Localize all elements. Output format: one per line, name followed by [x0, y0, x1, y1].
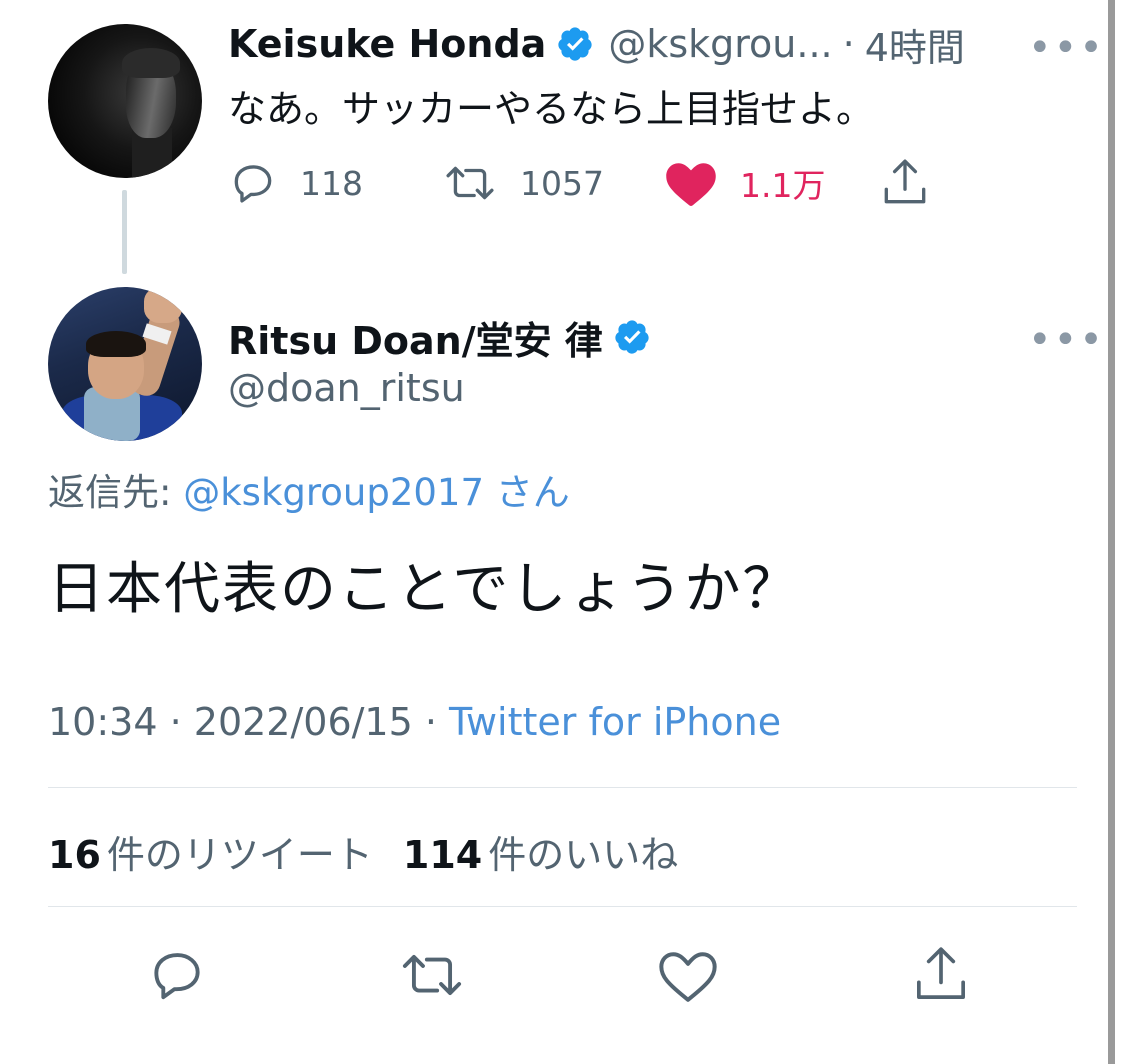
tweet-time: 10:34 — [48, 700, 158, 744]
tweet-source-link[interactable]: Twitter for iPhone — [449, 700, 781, 744]
replying-to-line: 返信先: @kskgroup2017 さん — [48, 462, 570, 516]
avatar-keisuke-honda[interactable] — [48, 24, 202, 178]
main-tweet-header: Ritsu Doan/堂安 律 — [228, 310, 651, 364]
divider — [48, 787, 1077, 788]
share-icon — [880, 156, 930, 210]
parent-time-separator: · — [842, 22, 855, 66]
avatar-figure-hand — [144, 287, 182, 323]
meta-separator: · — [412, 700, 450, 744]
avatar-figure-hair — [122, 48, 180, 78]
parent-retweet-button[interactable]: 1057 — [442, 156, 604, 210]
avatar-ritsu-doan[interactable] — [48, 287, 202, 441]
main-share-button[interactable] — [910, 940, 972, 1010]
retweet-icon — [396, 944, 468, 1006]
parent-like-button[interactable]: 1.1万 — [664, 156, 825, 210]
parent-reply-button[interactable]: 118 — [228, 156, 363, 210]
main-like-button[interactable] — [656, 940, 720, 1010]
main-retweet-button[interactable] — [396, 940, 468, 1010]
parent-like-count: 1.1万 — [740, 166, 826, 205]
parent-tweet-actions: 118 1057 1.1万 — [228, 156, 948, 210]
parent-reply-count: 118 — [300, 163, 363, 203]
scrollbar[interactable] — [1108, 0, 1115, 1064]
reply-mention-handle[interactable]: @kskgroup2017 — [183, 471, 484, 514]
main-tweet-actions — [0, 940, 1100, 1010]
reply-icon — [146, 944, 208, 1006]
verified-badge-icon — [556, 25, 594, 63]
main-handle[interactable]: @doan_ritsu — [228, 366, 465, 410]
replying-to-label: 返信先: — [48, 471, 184, 514]
likes-stat[interactable]: 114 件のいいね — [403, 824, 678, 879]
thread-connector-line — [122, 190, 127, 274]
parent-display-name[interactable]: Keisuke Honda — [228, 22, 546, 66]
main-display-name[interactable]: Ritsu Doan/堂安 律 — [228, 310, 603, 365]
reply-mention-link[interactable]: @kskgroup2017 さん — [183, 471, 570, 514]
heart-outline-icon — [656, 945, 720, 1005]
likes-label: 件のいいね — [488, 833, 679, 877]
share-icon — [910, 943, 972, 1007]
retweets-label: 件のリツイート — [106, 833, 373, 877]
verified-badge-icon — [613, 318, 651, 356]
heart-filled-icon — [664, 158, 718, 208]
parent-timestamp[interactable]: 4時間 — [865, 17, 965, 72]
parent-more-options-button[interactable]: ••• — [1028, 28, 1105, 68]
reply-icon — [228, 158, 278, 208]
main-tweet-text: 日本代表のことでしょうか？ — [48, 557, 801, 622]
retweet-icon — [442, 158, 498, 208]
parent-tweet-header: Keisuke Honda @kskgrou... · 4時間 — [228, 18, 965, 70]
reply-mention-suffix[interactable]: さん — [484, 471, 570, 514]
divider — [48, 906, 1077, 907]
main-more-options-button[interactable]: ••• — [1028, 320, 1105, 360]
tweet-stats: 16 件のリツイート 114 件のいいね — [48, 824, 678, 879]
parent-share-button[interactable] — [880, 156, 930, 210]
tweet-date: 2022/06/15 — [193, 700, 413, 744]
meta-separator: · — [157, 700, 194, 744]
likes-count: 114 — [402, 833, 483, 877]
retweets-stat[interactable]: 16 件のリツイート — [48, 824, 373, 879]
parent-retweet-count: 1057 — [520, 163, 604, 203]
parent-handle[interactable]: @kskgrou... — [608, 22, 832, 66]
avatar-figure-hair — [86, 331, 146, 357]
retweets-count: 16 — [48, 833, 101, 877]
main-reply-button[interactable] — [146, 940, 208, 1010]
parent-tweet-text: なあ。サッカーやるなら上目指せよ。 — [228, 87, 875, 131]
tweet-metadata: 10:34 · 2022/06/15 · Twitter for iPhone — [48, 700, 781, 744]
